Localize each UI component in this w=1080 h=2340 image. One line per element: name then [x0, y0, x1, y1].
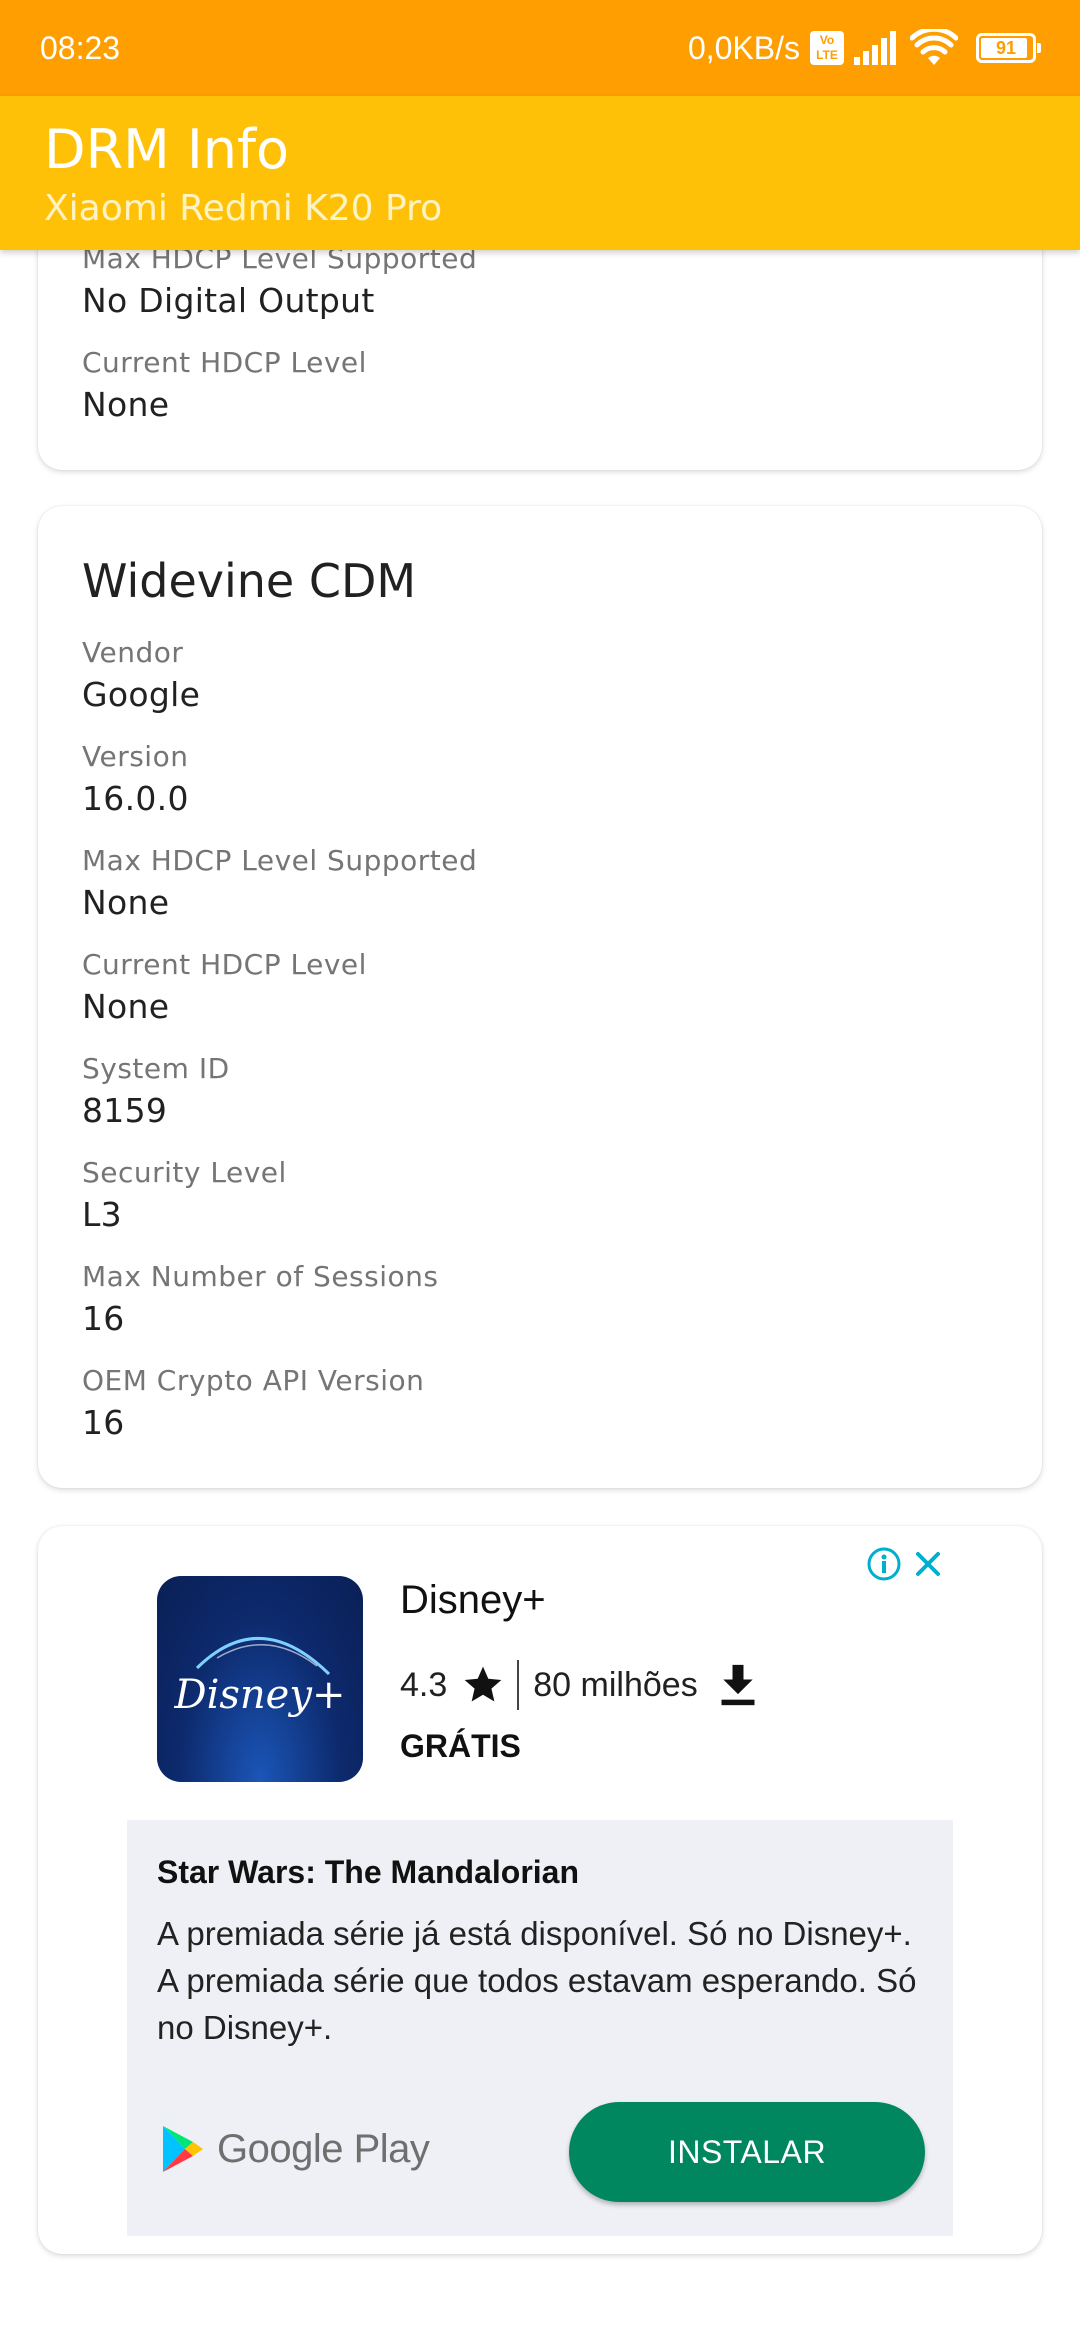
- ad-body: A premiada série já está disponível. Só …: [157, 1915, 917, 2046]
- disney-logo-icon: Disney+: [174, 1636, 346, 1718]
- field-vendor: Vendor Google: [82, 636, 200, 714]
- google-play-label: Google Play: [217, 2126, 430, 2171]
- field-value: None: [82, 385, 170, 424]
- field-label: Version: [82, 740, 189, 773]
- field-max-hdcp: Max HDCP Level Supported No Digital Outp…: [82, 242, 477, 320]
- volte-icon: Vo LTE: [810, 31, 844, 65]
- battery-level: 91: [995, 37, 1017, 58]
- adchoices[interactable]: [866, 1546, 946, 1582]
- field-label: Current HDCP Level: [82, 346, 367, 379]
- field-value: None: [82, 883, 170, 922]
- app-bar: DRM Info Xiaomi Redmi K20 Pro: [0, 96, 1080, 250]
- field-label: Max HDCP Level Supported: [82, 844, 478, 877]
- wifi-icon: [910, 29, 958, 65]
- ad-divider: [517, 1660, 520, 1710]
- field-version: Version 16.0.0: [82, 740, 189, 818]
- field-max-sessions: Max Number of Sessions 16: [82, 1260, 438, 1338]
- app-title: DRM Info: [44, 118, 290, 181]
- field-system-id: System ID 8159: [82, 1052, 230, 1130]
- google-play-icon: [163, 2126, 203, 2172]
- disney-wordmark: Disney+: [174, 1672, 346, 1718]
- install-button[interactable]: INSTALAR: [569, 2102, 925, 2202]
- field-security-level: Security Level L3: [82, 1156, 287, 1234]
- field-value: L3: [82, 1195, 122, 1234]
- field-max-hdcp: Max HDCP Level Supported None: [82, 844, 477, 922]
- ad-price: GRÁTIS: [400, 1728, 521, 1764]
- field-value: No Digital Output: [82, 281, 375, 320]
- field-value: Google: [82, 675, 201, 714]
- field-label: OEM Crypto API Version: [82, 1364, 425, 1397]
- field-current-hdcp: Current HDCP Level None: [82, 346, 367, 424]
- status-bar: 08:23 0,0KB/s Vo LTE 91: [0, 0, 1080, 96]
- signal-icon: [854, 31, 896, 65]
- field-value: 8159: [82, 1091, 168, 1130]
- battery-icon: 91: [976, 33, 1041, 63]
- ad-headline: Star Wars: The Mandalorian: [157, 1854, 579, 1890]
- field-value: 16: [82, 1299, 125, 1338]
- volte-top-text: Vo: [819, 33, 835, 47]
- field-label: Max Number of Sessions: [82, 1260, 439, 1293]
- field-label: Current HDCP Level: [82, 948, 367, 981]
- status-indicators: 0,0KB/s Vo LTE 91: [687, 24, 1041, 72]
- google-play-badge: Google Play: [161, 2124, 430, 2174]
- field-label: System ID: [82, 1052, 230, 1085]
- app-subtitle: Xiaomi Redmi K20 Pro: [44, 188, 443, 229]
- download-icon: [721, 1664, 755, 1706]
- field-value: 16.0.0: [82, 779, 189, 818]
- star-icon: [464, 1666, 502, 1702]
- card-title: Widevine CDM: [82, 554, 417, 608]
- field-oem-crypto: OEM Crypto API Version 16: [82, 1364, 424, 1442]
- ad-rating-row: 4.3 80 milhões: [400, 1660, 760, 1710]
- disney-app-icon[interactable]: Disney+: [157, 1576, 363, 1782]
- field-label: Vendor: [82, 636, 184, 669]
- field-label: Security Level: [82, 1156, 287, 1189]
- network-speed: 0,0KB/s: [687, 29, 800, 66]
- volte-bottom-text: LTE: [816, 48, 838, 62]
- field-value: None: [82, 987, 170, 1026]
- widevine-card: Widevine CDM Vendor Google Version 16.0.…: [38, 506, 1042, 1488]
- close-icon[interactable]: [910, 1546, 946, 1582]
- ad-app-name: Disney+: [400, 1578, 546, 1622]
- field-current-hdcp: Current HDCP Level None: [82, 948, 367, 1026]
- status-time: 08:23: [40, 30, 121, 66]
- ad-downloads: 80 milhões: [533, 1665, 698, 1704]
- field-value: 16: [82, 1403, 125, 1442]
- ad-panel[interactable]: Star Wars: The Mandalorian A premiada sé…: [127, 1820, 953, 2236]
- info-icon[interactable]: [866, 1546, 902, 1582]
- ad-rating: 4.3: [400, 1665, 448, 1704]
- ad-card[interactable]: Disney+ Disney+ 4.3 80 milhões GRÁTIS St…: [38, 1526, 1042, 2254]
